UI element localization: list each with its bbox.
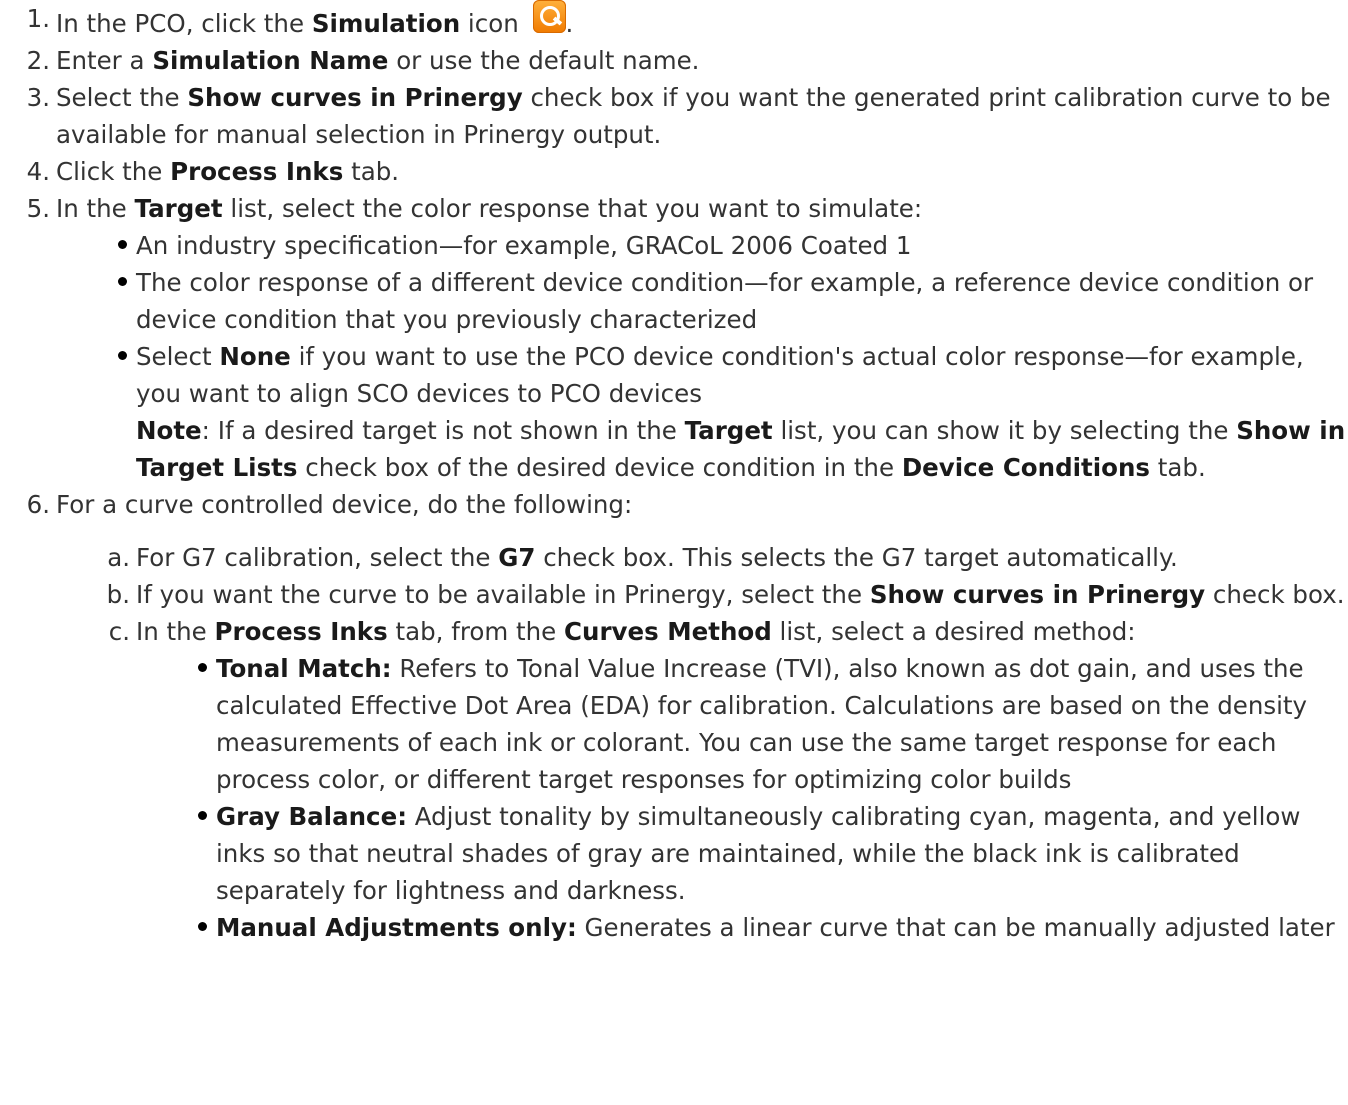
step-text: For a curve controlled device, do the fo… [56, 490, 633, 519]
method-name: Manual Adjustments only: [216, 913, 577, 942]
step-number: 4. [26, 157, 50, 186]
step-text: tab. [343, 157, 400, 186]
ui-term: G7 [498, 543, 536, 572]
step-text: . [565, 9, 574, 38]
bullet-icon [198, 811, 207, 820]
list-item: The color response of a different device… [118, 264, 1348, 338]
step-number: 6. [26, 490, 50, 519]
ui-term: Target [134, 194, 223, 223]
step-1: 1. In the PCO, click the Simulation icon … [27, 0, 1348, 42]
note-text: tab. [1149, 453, 1206, 482]
step-text: In the [56, 194, 135, 223]
ui-term: Simulation [311, 9, 461, 38]
substep-b: b. If you want the curve to be available … [107, 576, 1348, 613]
ui-term: Process Inks [170, 157, 344, 186]
bullet-icon [198, 922, 207, 931]
note-text: list, you can show it by selecting the [772, 416, 1237, 445]
substep-a: a. For G7 calibration, select the G7 chec… [107, 539, 1348, 576]
substep-letter: c. [108, 617, 130, 646]
list-item: Tonal Match: Refers to Tonal Value Incre… [198, 650, 1348, 798]
list-item-text: The color response of a different device… [136, 268, 1314, 334]
substep-letter: b. [106, 580, 130, 609]
bullet-icon [118, 240, 127, 249]
step-text: check box. [1205, 580, 1345, 609]
step-text: tab, from the [387, 617, 565, 646]
bullet-icon [118, 351, 127, 360]
step-text: or use the default name. [388, 46, 700, 75]
list-item: Manual Adjustments only: Generates a lin… [198, 909, 1348, 946]
note-text: check box of the desired device conditio… [297, 453, 902, 482]
substeps: a. For G7 calibration, select the G7 chec… [56, 523, 1348, 946]
bullet-icon [198, 663, 207, 672]
step-4: 4. Click the Process Inks tab. [27, 153, 1348, 190]
method-description: Generates a linear curve that can be man… [576, 913, 1335, 942]
ui-term: Process Inks [214, 617, 388, 646]
procedure-steps: 1. In the PCO, click the Simulation icon … [0, 0, 1348, 946]
target-options-list: An industry specification—for example, G… [56, 227, 1348, 486]
step-text: In the PCO, click the [56, 9, 312, 38]
step-number: 1. [26, 4, 50, 33]
step-number: 5. [26, 194, 50, 223]
ui-term: Device Conditions [901, 453, 1150, 482]
step-number: 3. [26, 83, 50, 112]
method-name: Tonal Match: [216, 654, 392, 683]
ui-term: Curves Method [564, 617, 772, 646]
step-text: In the [136, 617, 215, 646]
simulation-icon [532, 0, 566, 33]
step-text: Enter a [56, 46, 153, 75]
note-label: Note [136, 416, 202, 445]
list-item-text: Select [136, 342, 220, 371]
substep-letter: a. [107, 543, 130, 572]
list-item: Select None if you want to use the PCO d… [118, 338, 1348, 486]
step-text: list, select the color response that you… [222, 194, 923, 223]
step-text: If you want the curve to be available in… [136, 580, 870, 609]
step-text: Select the [56, 83, 188, 112]
ui-term: Show curves in Prinergy [869, 580, 1206, 609]
step-text: For G7 calibration, select the [136, 543, 499, 572]
note: Note: If a desired target is not shown i… [136, 412, 1348, 486]
list-item: Gray Balance: Adjust tonality by simulta… [198, 798, 1348, 909]
curves-method-list: Tonal Match: Refers to Tonal Value Incre… [136, 650, 1348, 946]
step-text: icon [460, 9, 519, 38]
step-2: 2. Enter a Simulation Name or use the def… [27, 42, 1348, 79]
ui-term: Simulation Name [152, 46, 389, 75]
list-item-text: if you want to use the PCO device condit… [136, 342, 1304, 408]
method-name: Gray Balance: [216, 802, 407, 831]
step-text: Click the [56, 157, 171, 186]
ui-term: None [219, 342, 291, 371]
ui-term: Show curves in Prinergy [187, 83, 523, 112]
step-6: 6. For a curve controlled device, do the … [27, 486, 1348, 946]
step-5: 5. In the Target list, select the color r… [27, 190, 1348, 486]
step-text: check box. This selects the G7 target au… [535, 543, 1178, 572]
ui-term: Target [684, 416, 773, 445]
step-3: 3. Select the Show curves in Prinergy che… [27, 79, 1348, 153]
bullet-icon [118, 277, 127, 286]
note-text: : If a desired target is not shown in th… [201, 416, 685, 445]
step-number: 2. [26, 46, 50, 75]
list-item: An industry specification—for example, G… [118, 227, 1348, 264]
step-text: list, select a desired method: [771, 617, 1136, 646]
substep-c: c. In the Process Inks tab, from the Curv… [109, 613, 1348, 946]
list-item-text: An industry specification—for example, G… [136, 231, 912, 260]
